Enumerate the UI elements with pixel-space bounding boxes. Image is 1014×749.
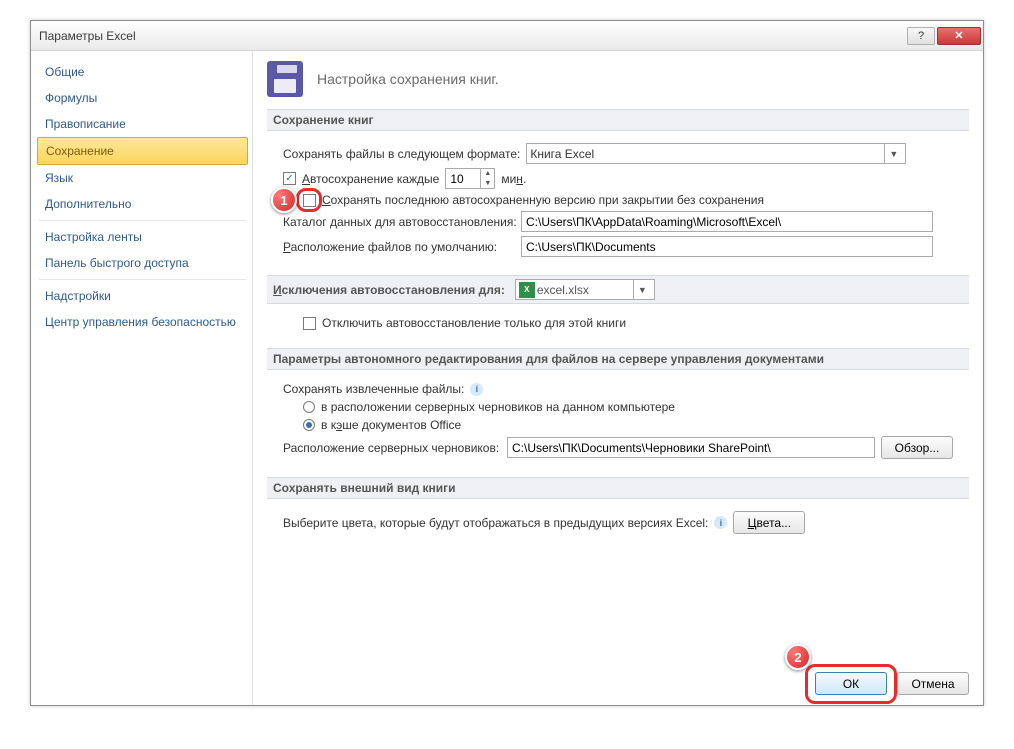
spin-down-icon[interactable]: ▼ <box>481 179 494 189</box>
sidebar: Общие Формулы Правописание Сохранение Яз… <box>31 51 252 705</box>
catalog-path-input[interactable] <box>521 211 933 232</box>
dialog-footer: 2 ОК Отмена <box>815 672 969 695</box>
radio-server-drafts-label: в расположении серверных черновиков на д… <box>321 400 675 414</box>
colors-button[interactable]: Цвета... <box>733 511 805 534</box>
exceptions-combo[interactable]: X excel.xlsx ▼ <box>515 279 655 300</box>
default-loc-input[interactable] <box>521 236 933 257</box>
group-header-appearance: Сохранять внешний вид книги <box>267 477 969 499</box>
info-icon[interactable]: i <box>714 516 727 529</box>
window-title: Параметры Excel <box>39 29 905 43</box>
sidebar-item-general[interactable]: Общие <box>37 59 248 85</box>
save-extracted-label: Сохранять извлеченные файлы: <box>283 382 464 396</box>
chevron-down-icon: ▼ <box>633 280 651 299</box>
annotation-marker-1: 1 <box>271 187 297 213</box>
cancel-button[interactable]: Отмена <box>897 672 969 695</box>
close-button[interactable]: ✕ <box>937 27 981 45</box>
titlebar: Параметры Excel ? ✕ <box>31 21 983 51</box>
keep-last-label: Сохранять последнюю автосохраненную верс… <box>322 193 764 207</box>
floppy-icon <box>267 61 303 97</box>
radio-office-cache[interactable] <box>303 419 315 431</box>
format-value: Книга Excel <box>530 147 594 161</box>
radio-office-cache-label: в кэше документов Office <box>321 418 461 432</box>
group-header-exceptions: Исключения автовосстановления для: X exc… <box>267 275 969 304</box>
ok-button[interactable]: ОК <box>815 672 887 695</box>
autosave-spinner[interactable]: ▲▼ <box>445 168 495 189</box>
chevron-down-icon: ▼ <box>884 144 902 163</box>
default-loc-label: Расположение файлов по умолчанию: <box>283 240 515 254</box>
keep-last-checkbox[interactable] <box>303 194 316 207</box>
group-body-appearance: Выберите цвета, которые будут отображать… <box>267 499 969 546</box>
autosave-unit: мин. <box>501 172 526 186</box>
autosave-label: Автосохранение каждые <box>302 172 439 186</box>
group-body-exceptions: Отключить автовосстановление только для … <box>267 304 969 342</box>
sidebar-item-language[interactable]: Язык <box>37 165 248 191</box>
content-pane: Настройка сохранения книг. Сохранение кн… <box>252 51 983 705</box>
sidebar-item-proofing[interactable]: Правописание <box>37 111 248 137</box>
spin-up-icon[interactable]: ▲ <box>481 169 494 179</box>
radio-server-drafts[interactable] <box>303 401 315 413</box>
format-combo[interactable]: Книга Excel ▼ <box>526 143 906 164</box>
header-row: Настройка сохранения книг. <box>267 61 969 97</box>
sidebar-item-addins[interactable]: Надстройки <box>37 283 248 309</box>
help-button[interactable]: ? <box>907 27 935 45</box>
options-dialog: Параметры Excel ? ✕ Общие Формулы Правоп… <box>30 20 984 706</box>
browse-button[interactable]: Обзор... <box>881 436 953 459</box>
sidebar-item-formulas[interactable]: Формулы <box>37 85 248 111</box>
sidebar-item-advanced[interactable]: Дополнительно <box>37 191 248 217</box>
group-body-offline: Сохранять извлеченные файлы: i в располо… <box>267 370 969 471</box>
disable-autorecover-checkbox[interactable] <box>303 317 316 330</box>
separator <box>39 279 246 280</box>
catalog-label: Каталог данных для автовосстановления: <box>283 215 515 229</box>
annotation-marker-2: 2 <box>785 644 811 670</box>
sidebar-item-ribbon[interactable]: Настройка ленты <box>37 224 248 250</box>
group-body-save: Сохранять файлы в следующем формате: Кни… <box>267 131 969 269</box>
exceptions-label: Исключения автовосстановления для: <box>273 283 505 297</box>
autosave-value[interactable] <box>446 169 480 188</box>
group-header-save: Сохранение книг <box>267 109 969 131</box>
excel-file-icon: X <box>519 282 535 298</box>
sidebar-item-trust[interactable]: Центр управления безопасностью <box>37 309 248 335</box>
page-title: Настройка сохранения книг. <box>317 71 499 87</box>
drafts-loc-input[interactable] <box>507 437 875 458</box>
sidebar-item-save[interactable]: Сохранение <box>37 137 248 165</box>
group-header-offline: Параметры автономного редактирования для… <box>267 348 969 370</box>
autosave-checkbox[interactable]: ✓ <box>283 172 296 185</box>
sidebar-item-qat[interactable]: Панель быстрого доступа <box>37 250 248 276</box>
colors-label: Выберите цвета, которые будут отображать… <box>283 516 708 530</box>
format-label: Сохранять файлы в следующем формате: <box>283 147 520 161</box>
drafts-loc-label: Расположение серверных черновиков: <box>283 441 501 455</box>
separator <box>39 220 246 221</box>
dialog-body: Общие Формулы Правописание Сохранение Яз… <box>31 51 983 705</box>
disable-autorecover-label: Отключить автовосстановление только для … <box>322 316 626 330</box>
exceptions-file: excel.xlsx <box>537 283 589 297</box>
info-icon[interactable]: i <box>470 383 483 396</box>
